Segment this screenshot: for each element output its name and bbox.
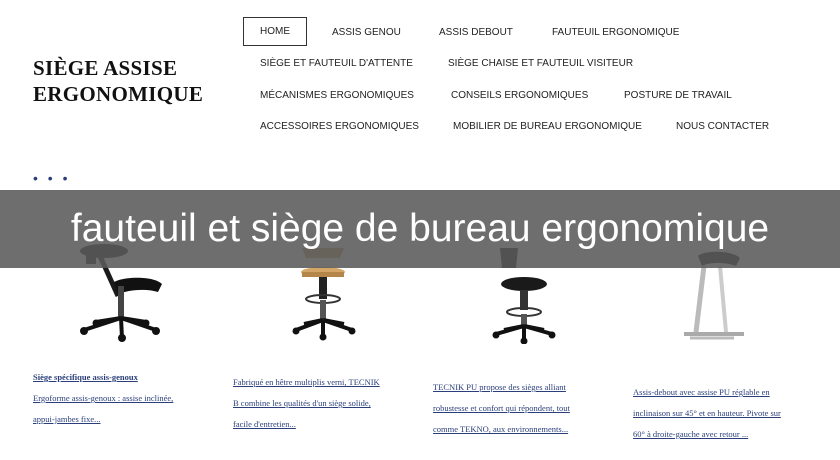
product-link-3-line2[interactable]: robustesse et confort qui répondent, tou… <box>433 403 570 413</box>
nav-item-fauteuil-ergonomique[interactable]: FAUTEUIL ERGONOMIQUE <box>552 27 679 38</box>
product-link-4-line3[interactable]: 60° à droite-gauche avec retour ... <box>633 429 748 439</box>
product-link-2-line3[interactable]: facile d'entretien... <box>233 419 296 429</box>
product-link-4-line1[interactable]: Assis-debout avec assise PU réglable en <box>633 387 770 397</box>
product-description-1: Siège spécifique assis-genoux Ergoforme … <box>33 367 213 430</box>
product-link-2-line1[interactable]: Fabriqué en hêtre multiplis verni, TECNI… <box>233 377 380 387</box>
product-link-3-line1[interactable]: TECNIK PU propose des sièges alliant <box>433 382 566 392</box>
main-navigation: HOME ASSIS GENOU ASSIS DEBOUT FAUTEUIL E… <box>0 0 840 150</box>
nav-item-contact[interactable]: NOUS CONTACTER <box>676 121 769 132</box>
nav-item-accessoires[interactable]: ACCESSOIRES ERGONOMIQUES <box>260 121 419 132</box>
nav-item-siege-attente[interactable]: SIÈGE ET FAUTEUIL D'ATTENTE <box>260 58 413 69</box>
product-link-2-line2[interactable]: B combine les qualités d'un siège solide… <box>233 398 371 408</box>
product-link-1-line3[interactable]: appui-jambes fixe... <box>33 414 101 424</box>
product-description-2: Fabriqué en hêtre multiplis verni, TECNI… <box>233 372 413 435</box>
nav-item-mecanismes[interactable]: MÉCANISMES ERGONOMIQUES <box>260 90 414 101</box>
nav-item-siege-visiteur[interactable]: SIÈGE CHAISE ET FAUTEUIL VISITEUR <box>448 58 633 69</box>
product-link-1-line2[interactable]: Ergoforme assis-genoux : assise inclinée… <box>33 393 173 403</box>
product-link-4-line2[interactable]: inclinaison sur 45° et en hauteur. Pivot… <box>633 408 781 418</box>
nav-item-assis-debout[interactable]: ASSIS DEBOUT <box>439 27 513 38</box>
page-title: fauteuil et siège de bureau ergonomique <box>70 207 770 250</box>
product-description-3: TECNIK PU propose des sièges alliant rob… <box>433 377 613 440</box>
nav-item-mobilier[interactable]: MOBILIER DE BUREAU ERGONOMIQUE <box>453 121 642 132</box>
nav-item-posture[interactable]: POSTURE DE TRAVAIL <box>624 90 732 101</box>
breadcrumb-dots: • • • <box>33 170 71 186</box>
nav-item-assis-genou[interactable]: ASSIS GENOU <box>332 27 401 38</box>
product-description-4: Assis-debout avec assise PU réglable en … <box>633 382 813 445</box>
nav-item-conseils[interactable]: CONSEILS ERGONOMIQUES <box>451 90 588 101</box>
product-link-3-line3[interactable]: comme TEKNO, aux environnements... <box>433 424 568 434</box>
nav-item-home[interactable]: HOME <box>243 17 307 46</box>
page-title-banner: fauteuil et siège de bureau ergonomique <box>0 190 840 268</box>
product-link-1-title[interactable]: Siège spécifique assis-genoux <box>33 372 138 382</box>
